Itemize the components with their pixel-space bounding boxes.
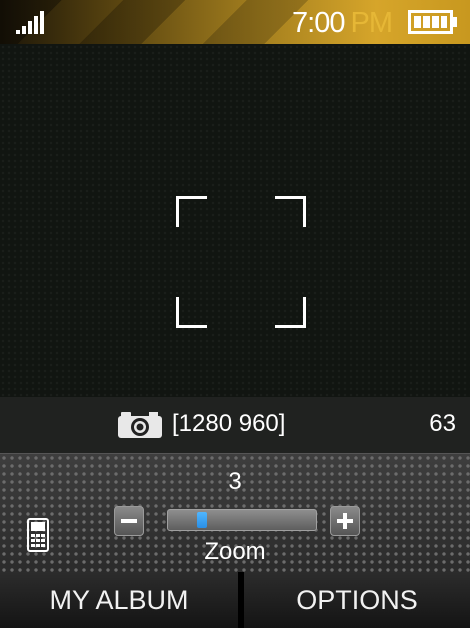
clock-time: 7:00	[292, 7, 345, 39]
battery-full-icon	[408, 10, 457, 34]
camera-info-bar: [1280 960] 63	[0, 397, 470, 453]
zoom-plus-button[interactable]	[330, 506, 360, 536]
zoom-value: 3	[228, 468, 242, 495]
focus-corner	[275, 297, 306, 328]
focus-corner	[176, 196, 207, 227]
resolution-label: [1280 960]	[172, 410, 286, 437]
zoom-label: Zoom	[204, 538, 266, 565]
clock-ampm: PM	[350, 7, 393, 39]
status-clock: 7:00 PM	[292, 7, 393, 40]
zoom-minus-button[interactable]	[114, 506, 144, 536]
camera-icon	[118, 412, 162, 438]
my-album-softkey[interactable]: MY ALBUM	[0, 572, 238, 628]
signal-bars-icon	[16, 11, 44, 34]
shots-remaining: 63	[429, 410, 456, 437]
options-softkey[interactable]: OPTIONS	[244, 572, 470, 628]
zoom-slider-thumb[interactable]	[197, 512, 207, 528]
focus-corner	[176, 297, 207, 328]
focus-corner	[275, 196, 306, 227]
softkey-bar: MY ALBUM OPTIONS	[0, 572, 470, 628]
camera-viewfinder[interactable]	[0, 44, 470, 397]
focus-frame-icon	[176, 196, 306, 328]
zoom-slider[interactable]	[167, 509, 317, 531]
status-bar: 7:00 PM	[0, 0, 470, 44]
zoom-panel: 3 Zoom	[0, 453, 470, 573]
